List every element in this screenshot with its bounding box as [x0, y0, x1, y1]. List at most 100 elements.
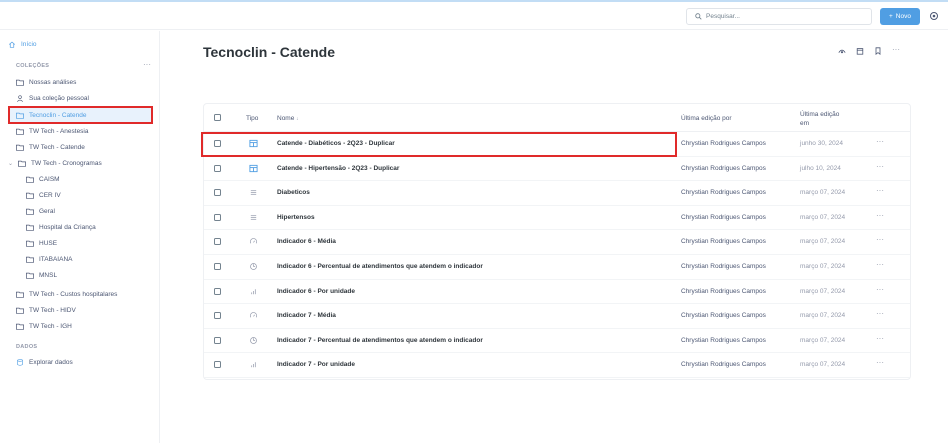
column-name[interactable]: Nome ↓: [277, 115, 299, 122]
item-name-link[interactable]: Catende - Diabéticos - 2Q23 - Duplicar: [277, 140, 395, 147]
item-edited-by: Chrystian Rodrigues Campos: [681, 336, 766, 344]
table-row[interactable]: Indicador 7 - Por unidade Chrystian Rodri…: [204, 353, 910, 378]
top-bar: Pesquisar... + Novo: [0, 2, 948, 30]
sidebar-item-personal[interactable]: Sua coleção pessoal: [16, 91, 89, 106]
sidebar-item-label: Geral: [39, 208, 55, 215]
sidebar-item-our-analyses[interactable]: Nossas análises: [16, 75, 76, 90]
sidebar-item-label: TW Tech - HIDV: [29, 307, 76, 314]
sidebar-item-cer-iv[interactable]: CER IV: [26, 188, 61, 203]
item-edited-at: março 07, 2024: [800, 238, 846, 246]
folder-icon: [26, 272, 34, 279]
table-header: Tipo Nome ↓ Última edição por Última edi…: [204, 104, 910, 132]
sidebar-item-label: TW Tech - IGH: [29, 323, 72, 330]
row-checkbox[interactable]: [214, 361, 221, 369]
sidebar-item-label: CAISM: [39, 176, 60, 183]
item-name-link[interactable]: Hipertensos: [277, 214, 315, 221]
sidebar-item-mnsl[interactable]: MNSL: [26, 268, 57, 283]
sidebar-item-label: HUSE: [39, 240, 58, 247]
folder-icon: [26, 224, 34, 231]
item-edited-by: Chrystian Rodrigues Campos: [681, 189, 766, 197]
item-edited-at: março 07, 2024: [800, 336, 846, 344]
item-edited-at: junho 30, 2024: [800, 140, 844, 147]
column-edited-by[interactable]: Última edição por: [681, 115, 732, 122]
item-name-link[interactable]: Indicador 6 - Percentual de atendimentos…: [277, 263, 483, 270]
table-row[interactable]: Indicador 7 - Média Chrystian Rodrigues C…: [204, 304, 910, 329]
row-checkbox[interactable]: [214, 336, 221, 344]
sidebar-item-label: Início: [21, 41, 37, 48]
gear-icon[interactable]: [929, 11, 939, 21]
item-name-link[interactable]: Catende - Hipertensão - 2Q23 - Duplicar: [277, 165, 399, 172]
sidebar-item-label: Nossas análises: [29, 79, 77, 86]
sidebar-item-custos[interactable]: TW Tech - Custos hospitalares: [16, 287, 117, 302]
row-checkbox[interactable]: [214, 213, 221, 221]
item-name-link[interactable]: Indicador 7 - Média: [277, 312, 336, 319]
sidebar-item-explore-data[interactable]: Explorar dados: [16, 355, 73, 370]
sidebar-item-tw-catende[interactable]: TW Tech - Catende: [16, 140, 85, 155]
select-all-checkbox[interactable]: [214, 114, 221, 121]
column-type[interactable]: Tipo: [246, 115, 258, 122]
row-more-options-icon[interactable]: ···: [876, 235, 884, 244]
row-more-options-icon[interactable]: ···: [876, 358, 884, 367]
row-checkbox[interactable]: [214, 287, 221, 295]
calendar-icon[interactable]: [856, 47, 864, 55]
item-edited-at: março 07, 2024: [800, 361, 846, 369]
sidebar-item-caism[interactable]: CAISM: [26, 172, 60, 187]
row-checkbox[interactable]: [214, 263, 221, 270]
sidebar-item-label: Tecnoclin - Catende: [29, 112, 87, 119]
row-more-options-icon[interactable]: ···: [876, 334, 884, 343]
chevron-down-icon[interactable]: ⌄: [8, 160, 13, 167]
item-name-link[interactable]: Diabeticos: [277, 189, 310, 196]
sort-arrow-icon: ↓: [296, 116, 299, 122]
row-more-options-icon[interactable]: ···: [876, 137, 884, 146]
row-more-options-icon[interactable]: ···: [876, 260, 884, 269]
sidebar-item-home[interactable]: Início: [8, 37, 37, 52]
table-row[interactable]: Diabeticos Chrystian Rodrigues Campos març…: [204, 181, 910, 206]
column-name-label: Nome: [277, 115, 295, 122]
item-name-link[interactable]: Indicador 6 - Por unidade: [277, 288, 355, 295]
sidebar-item-hidv[interactable]: TW Tech - HIDV: [16, 303, 76, 318]
sidebar-item-tecnoclin-catende[interactable]: Tecnoclin - Catende: [16, 108, 86, 123]
table-row[interactable]: Catende - Diabéticos - 2Q23 - Duplicar Ch…: [204, 132, 910, 157]
table-row[interactable]: Hipertensos Chrystian Rodrigues Campos mar…: [204, 206, 910, 231]
table-row[interactable]: Indicador 6 - Por unidade Chrystian Rodri…: [204, 280, 910, 305]
item-name-link[interactable]: Indicador 6 - Média: [277, 238, 336, 245]
sidebar-item-cronogramas[interactable]: ⌄ TW Tech - Cronogramas: [8, 156, 102, 171]
table-row[interactable]: Indicador 6 - Média Chrystian Rodrigues C…: [204, 230, 910, 255]
row-checkbox[interactable]: [214, 312, 221, 320]
search-input[interactable]: Pesquisar...: [686, 8, 872, 25]
table-icon: [249, 188, 258, 197]
dashboard-icon: [249, 139, 258, 148]
row-more-options-icon[interactable]: ···: [876, 309, 884, 318]
row-more-options-icon[interactable]: ···: [876, 211, 884, 220]
row-checkbox[interactable]: [214, 140, 221, 147]
sidebar-item-label: Hospital da Criança: [39, 224, 96, 231]
item-name-link[interactable]: Indicador 7 - Percentual de atendimentos…: [277, 337, 483, 344]
row-checkbox[interactable]: [214, 189, 221, 197]
sidebar-item-hospital-crianca[interactable]: Hospital da Criança: [26, 220, 96, 235]
sidebar-item-huse[interactable]: HUSE: [26, 236, 57, 251]
row-more-options-icon[interactable]: ···: [876, 285, 884, 294]
more-options-icon[interactable]: ···: [892, 45, 900, 55]
sidebar-item-anestesia[interactable]: TW Tech - Anestesia: [16, 124, 89, 139]
row-more-options-icon[interactable]: ···: [876, 186, 884, 195]
row-checkbox[interactable]: [214, 238, 221, 246]
table-row[interactable]: Catende - Hipertensão - 2Q23 - Duplicar C…: [204, 157, 910, 182]
bookmark-icon[interactable]: [874, 47, 882, 55]
item-edited-at: março 07, 2024: [800, 263, 846, 270]
table-row[interactable]: Indicador 6 - Percentual de atendimentos…: [204, 255, 910, 280]
row-more-options-icon[interactable]: ···: [876, 162, 884, 171]
sidebar-item-igh[interactable]: TW Tech - IGH: [16, 319, 72, 334]
folder-icon: [26, 256, 34, 263]
row-checkbox[interactable]: [214, 164, 221, 172]
sidebar-item-label: ITABAIANA: [39, 256, 73, 263]
sidebar-item-geral[interactable]: Geral: [26, 204, 55, 219]
sidebar-item-itabaiana[interactable]: ITABAIANA: [26, 252, 72, 267]
permissions-icon[interactable]: [838, 47, 846, 55]
column-edited-at-line2: em: [800, 120, 810, 127]
sidebar-item-label: TW Tech - Catende: [29, 144, 85, 151]
column-edited-at[interactable]: Última edição em: [800, 110, 839, 128]
table-row[interactable]: Indicador 7 - Percentual de atendimentos…: [204, 329, 910, 354]
collections-more-button[interactable]: ···: [143, 60, 151, 69]
new-button[interactable]: + Novo: [880, 8, 920, 25]
item-name-link[interactable]: Indicador 7 - Por unidade: [277, 361, 355, 368]
